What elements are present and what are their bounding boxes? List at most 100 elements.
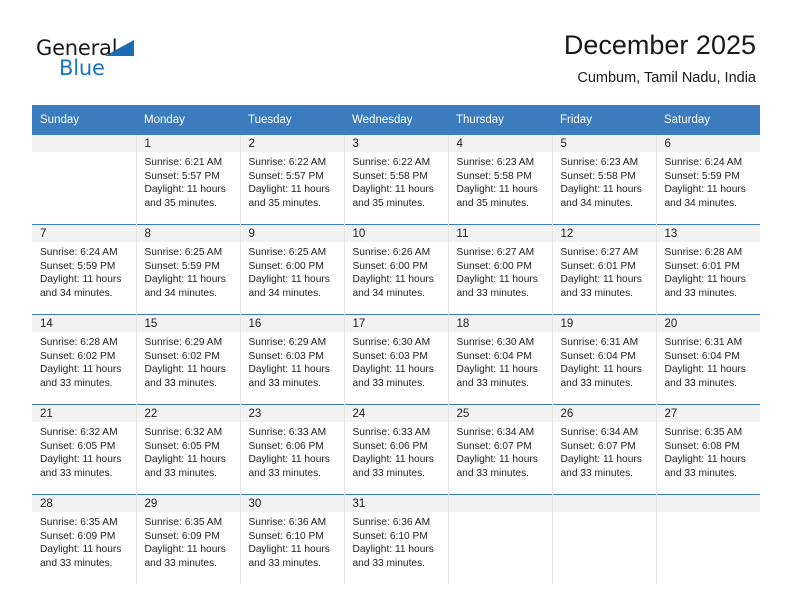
- day-cell[interactable]: 30 Sunrise: 6:36 AM Sunset: 6:10 PM Dayl…: [239, 494, 344, 584]
- day-cell[interactable]: 23 Sunrise: 6:33 AM Sunset: 6:06 PM Dayl…: [239, 404, 344, 495]
- day-cell[interactable]: 12 Sunrise: 6:27 AM Sunset: 6:01 PM Dayl…: [551, 224, 656, 315]
- day-details: Sunrise: 6:25 AM Sunset: 6:00 PM Dayligh…: [241, 242, 344, 300]
- day-cell[interactable]: 4 Sunrise: 6:23 AM Sunset: 5:58 PM Dayli…: [447, 134, 552, 225]
- day-cell[interactable]: 21 Sunrise: 6:32 AM Sunset: 6:05 PM Dayl…: [32, 404, 136, 495]
- day-details: Sunrise: 6:30 AM Sunset: 6:04 PM Dayligh…: [449, 332, 552, 390]
- sunrise-text: Sunrise: 6:31 AM: [560, 337, 639, 348]
- logo-text-blue: Blue: [59, 56, 105, 80]
- day-cell[interactable]: 10 Sunrise: 6:26 AM Sunset: 6:00 PM Dayl…: [343, 224, 448, 315]
- day-cell[interactable]: 1 Sunrise: 6:21 AM Sunset: 5:57 PM Dayli…: [135, 134, 240, 225]
- day-cell[interactable]: 25 Sunrise: 6:34 AM Sunset: 6:07 PM Dayl…: [447, 404, 552, 495]
- day-details: Sunrise: 6:21 AM Sunset: 5:57 PM Dayligh…: [137, 152, 240, 210]
- daylight-text-line1: Daylight: 11 hours: [248, 184, 330, 196]
- sunset-text: Sunset: 6:01 PM: [560, 260, 636, 272]
- daylight-text-line1: Daylight: 11 hours: [664, 454, 746, 466]
- day-cell[interactable]: 2 Sunrise: 6:22 AM Sunset: 5:57 PM Dayli…: [239, 134, 344, 225]
- day-number: 16: [241, 315, 344, 332]
- sunrise-text: Sunrise: 6:29 AM: [144, 337, 223, 348]
- day-cell[interactable]: 11 Sunrise: 6:27 AM Sunset: 6:00 PM Dayl…: [447, 224, 552, 315]
- day-number: 26: [553, 405, 656, 422]
- daylight-text-line1: Daylight: 11 hours: [352, 544, 434, 556]
- sunrise-text: Sunrise: 6:27 AM: [560, 247, 639, 258]
- weekday-header-friday: Friday: [552, 105, 656, 135]
- sunrise-text: Sunrise: 6:29 AM: [248, 337, 327, 348]
- day-number: 5: [553, 135, 656, 152]
- day-cell[interactable]: 20 Sunrise: 6:31 AM Sunset: 6:04 PM Dayl…: [655, 314, 760, 405]
- sunrise-text: Sunrise: 6:25 AM: [248, 247, 327, 258]
- sunset-text: Sunset: 6:09 PM: [144, 530, 220, 542]
- sunrise-text: Sunrise: 6:30 AM: [352, 337, 431, 348]
- day-cell[interactable]: 18 Sunrise: 6:30 AM Sunset: 6:04 PM Dayl…: [447, 314, 552, 405]
- day-cell[interactable]: 28 Sunrise: 6:35 AM Sunset: 6:09 PM Dayl…: [32, 494, 136, 584]
- day-cell[interactable]: 3 Sunrise: 6:22 AM Sunset: 5:58 PM Dayli…: [343, 134, 448, 225]
- day-number: 22: [137, 405, 240, 422]
- day-number: 28: [32, 495, 136, 512]
- day-cell: [32, 134, 136, 225]
- daylight-text-line2: and 35 minutes.: [352, 197, 426, 209]
- day-cell: [655, 494, 760, 584]
- page-subtitle: Cumbum, Tamil Nadu, India: [577, 70, 756, 86]
- day-cell[interactable]: 27 Sunrise: 6:35 AM Sunset: 6:08 PM Dayl…: [655, 404, 760, 495]
- day-cell[interactable]: 9 Sunrise: 6:25 AM Sunset: 6:00 PM Dayli…: [239, 224, 344, 315]
- weekday-header-tuesday: Tuesday: [240, 105, 344, 135]
- sunset-text: Sunset: 5:57 PM: [248, 170, 324, 182]
- day-number: [553, 495, 656, 512]
- day-number: 2: [241, 135, 344, 152]
- daylight-text-line2: and 33 minutes.: [664, 287, 738, 299]
- day-cell[interactable]: 5 Sunrise: 6:23 AM Sunset: 5:58 PM Dayli…: [551, 134, 656, 225]
- sunrise-text: Sunrise: 6:35 AM: [144, 517, 223, 528]
- daylight-text-line1: Daylight: 11 hours: [40, 364, 122, 376]
- sunset-text: Sunset: 5:58 PM: [456, 170, 532, 182]
- daylight-text-line2: and 34 minutes.: [40, 287, 113, 299]
- day-cell[interactable]: 17 Sunrise: 6:30 AM Sunset: 6:03 PM Dayl…: [343, 314, 448, 405]
- sunrise-text: Sunrise: 6:33 AM: [352, 427, 431, 438]
- daylight-text-line1: Daylight: 11 hours: [248, 544, 330, 556]
- day-number: 14: [32, 315, 136, 332]
- calendar-header-row: Sunday Monday Tuesday Wednesday Thursday…: [32, 105, 760, 135]
- sunset-text: Sunset: 5:58 PM: [352, 170, 428, 182]
- day-number: 1: [137, 135, 240, 152]
- daylight-text-line2: and 33 minutes.: [352, 467, 426, 479]
- day-details: Sunrise: 6:22 AM Sunset: 5:57 PM Dayligh…: [241, 152, 344, 210]
- day-cell: [447, 494, 552, 584]
- day-cell[interactable]: 29 Sunrise: 6:35 AM Sunset: 6:09 PM Dayl…: [135, 494, 240, 584]
- day-cell[interactable]: 8 Sunrise: 6:25 AM Sunset: 5:59 PM Dayli…: [135, 224, 240, 315]
- calendar-body: 1 Sunrise: 6:21 AM Sunset: 5:57 PM Dayli…: [32, 134, 760, 584]
- sunset-text: Sunset: 6:00 PM: [456, 260, 532, 272]
- day-details: Sunrise: 6:25 AM Sunset: 5:59 PM Dayligh…: [137, 242, 240, 300]
- sunrise-text: Sunrise: 6:35 AM: [664, 427, 743, 438]
- daylight-text-line1: Daylight: 11 hours: [352, 184, 434, 196]
- day-cell[interactable]: 16 Sunrise: 6:29 AM Sunset: 6:03 PM Dayl…: [239, 314, 344, 405]
- daylight-text-line2: and 33 minutes.: [144, 377, 218, 389]
- sunset-text: Sunset: 6:07 PM: [456, 440, 532, 452]
- weekday-header-monday: Monday: [136, 105, 240, 135]
- sunset-text: Sunset: 6:04 PM: [560, 350, 636, 362]
- day-cell[interactable]: 15 Sunrise: 6:29 AM Sunset: 6:02 PM Dayl…: [135, 314, 240, 405]
- day-cell[interactable]: 14 Sunrise: 6:28 AM Sunset: 6:02 PM Dayl…: [32, 314, 136, 405]
- day-cell[interactable]: 7 Sunrise: 6:24 AM Sunset: 5:59 PM Dayli…: [32, 224, 136, 315]
- day-cell[interactable]: 24 Sunrise: 6:33 AM Sunset: 6:06 PM Dayl…: [343, 404, 448, 495]
- day-cell[interactable]: 22 Sunrise: 6:32 AM Sunset: 6:05 PM Dayl…: [135, 404, 240, 495]
- day-details: Sunrise: 6:32 AM Sunset: 6:05 PM Dayligh…: [137, 422, 240, 480]
- day-cell[interactable]: 26 Sunrise: 6:34 AM Sunset: 6:07 PM Dayl…: [551, 404, 656, 495]
- day-cell[interactable]: 19 Sunrise: 6:31 AM Sunset: 6:04 PM Dayl…: [551, 314, 656, 405]
- day-cell[interactable]: 13 Sunrise: 6:28 AM Sunset: 6:01 PM Dayl…: [655, 224, 760, 315]
- day-cell[interactable]: 6 Sunrise: 6:24 AM Sunset: 5:59 PM Dayli…: [655, 134, 760, 225]
- triangle-flag-icon: [105, 40, 134, 56]
- day-number: 23: [241, 405, 344, 422]
- daylight-text-line2: and 33 minutes.: [560, 287, 634, 299]
- day-details: Sunrise: 6:36 AM Sunset: 6:10 PM Dayligh…: [345, 512, 448, 570]
- day-cell[interactable]: 31 Sunrise: 6:36 AM Sunset: 6:10 PM Dayl…: [343, 494, 448, 584]
- day-details: Sunrise: 6:23 AM Sunset: 5:58 PM Dayligh…: [553, 152, 656, 210]
- daylight-text-line2: and 33 minutes.: [248, 377, 322, 389]
- sunset-text: Sunset: 6:03 PM: [248, 350, 324, 362]
- title-block: December 2025 Cumbum, Tamil Nadu, India: [564, 28, 756, 88]
- daylight-text-line1: Daylight: 11 hours: [352, 454, 434, 466]
- page-header: General Blue December 2025 Cumbum, Tamil…: [0, 0, 792, 104]
- sunset-text: Sunset: 6:04 PM: [456, 350, 532, 362]
- daylight-text-line2: and 33 minutes.: [664, 377, 738, 389]
- daylight-text-line2: and 33 minutes.: [40, 467, 113, 479]
- daylight-text-line2: and 34 minutes.: [144, 287, 218, 299]
- day-details: Sunrise: 6:32 AM Sunset: 6:05 PM Dayligh…: [32, 422, 136, 480]
- daylight-text-line1: Daylight: 11 hours: [248, 274, 330, 286]
